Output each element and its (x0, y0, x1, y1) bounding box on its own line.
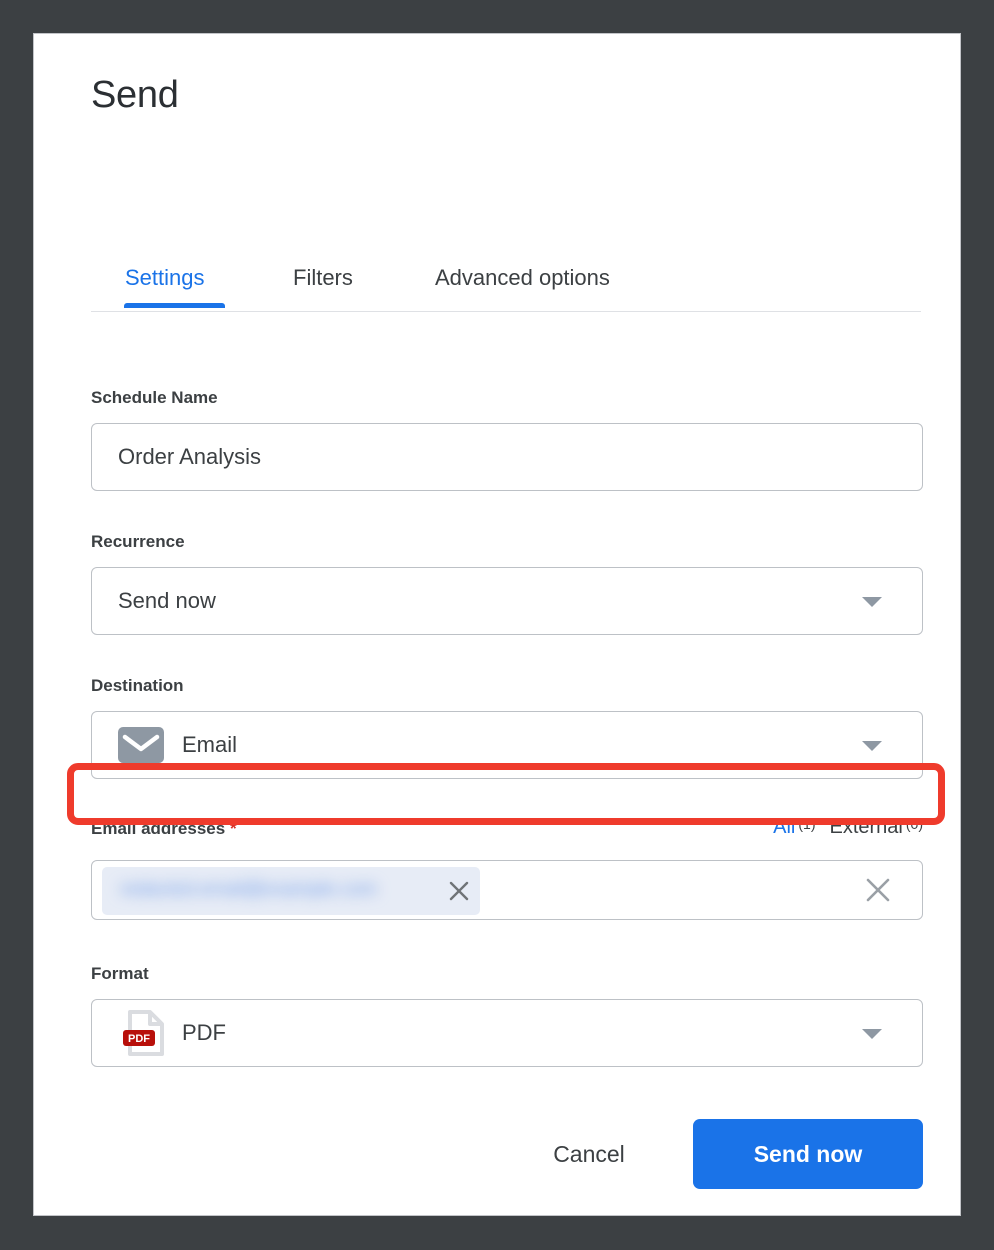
email-addresses-input[interactable]: redacted.email@example.com (91, 860, 923, 920)
format-value: PDF (182, 1020, 226, 1045)
send-now-button[interactable]: Send now (693, 1119, 923, 1189)
recurrence-value: Send now (118, 588, 216, 613)
email-addresses-label-text: Email addresses (91, 819, 226, 838)
chevron-down-icon (862, 597, 882, 607)
destination-select[interactable]: Email (91, 711, 923, 779)
tab-settings[interactable]: Settings (125, 265, 205, 291)
tab-advanced-options[interactable]: Advanced options (435, 265, 610, 291)
email-recipient-chip[interactable]: redacted.email@example.com (102, 867, 480, 915)
recurrence-select[interactable]: Send now (91, 567, 923, 635)
envelope-icon (118, 727, 164, 763)
email-recipient-chip-label: redacted.email@example.com (120, 879, 377, 900)
svg-text:PDF: PDF (128, 1033, 150, 1045)
destination-value: Email (182, 732, 238, 757)
chevron-down-icon (862, 741, 882, 751)
recipient-scope-external-count: (0) (905, 816, 923, 832)
recipient-scope-all[interactable]: All (773, 816, 795, 839)
active-tab-indicator (124, 303, 225, 308)
format-label: Format (91, 964, 149, 983)
schedule-name-value: Order Analysis (118, 444, 262, 469)
cancel-button[interactable]: Cancel (524, 1129, 654, 1179)
destination-label: Destination (91, 676, 184, 695)
schedule-name-label: Schedule Name (91, 388, 218, 407)
tab-filters[interactable]: Filters (293, 265, 353, 291)
close-icon[interactable] (448, 880, 470, 902)
recipient-scope-external[interactable]: External (830, 816, 903, 839)
dialog-title: Send (91, 74, 179, 116)
email-addresses-label: Email addresses * (91, 819, 237, 839)
schedule-name-input[interactable]: Order Analysis (91, 423, 923, 491)
recipient-scope-all-count: (1) (798, 816, 816, 832)
tab-bar: Settings Filters Advanced options (91, 239, 921, 312)
pdf-file-icon: PDF (123, 1010, 164, 1056)
required-asterisk: * (229, 819, 237, 838)
email-addresses-header: Email addresses * All (1) External (0) (91, 816, 923, 846)
format-select[interactable]: PDF PDF (91, 999, 923, 1067)
chevron-down-icon (862, 1029, 882, 1039)
close-icon[interactable] (864, 876, 892, 904)
send-dialog: Send Settings Filters Advanced options S… (33, 33, 961, 1216)
recurrence-label: Recurrence (91, 532, 185, 551)
recipient-scope-toggle: All (1) External (0) (773, 816, 923, 839)
